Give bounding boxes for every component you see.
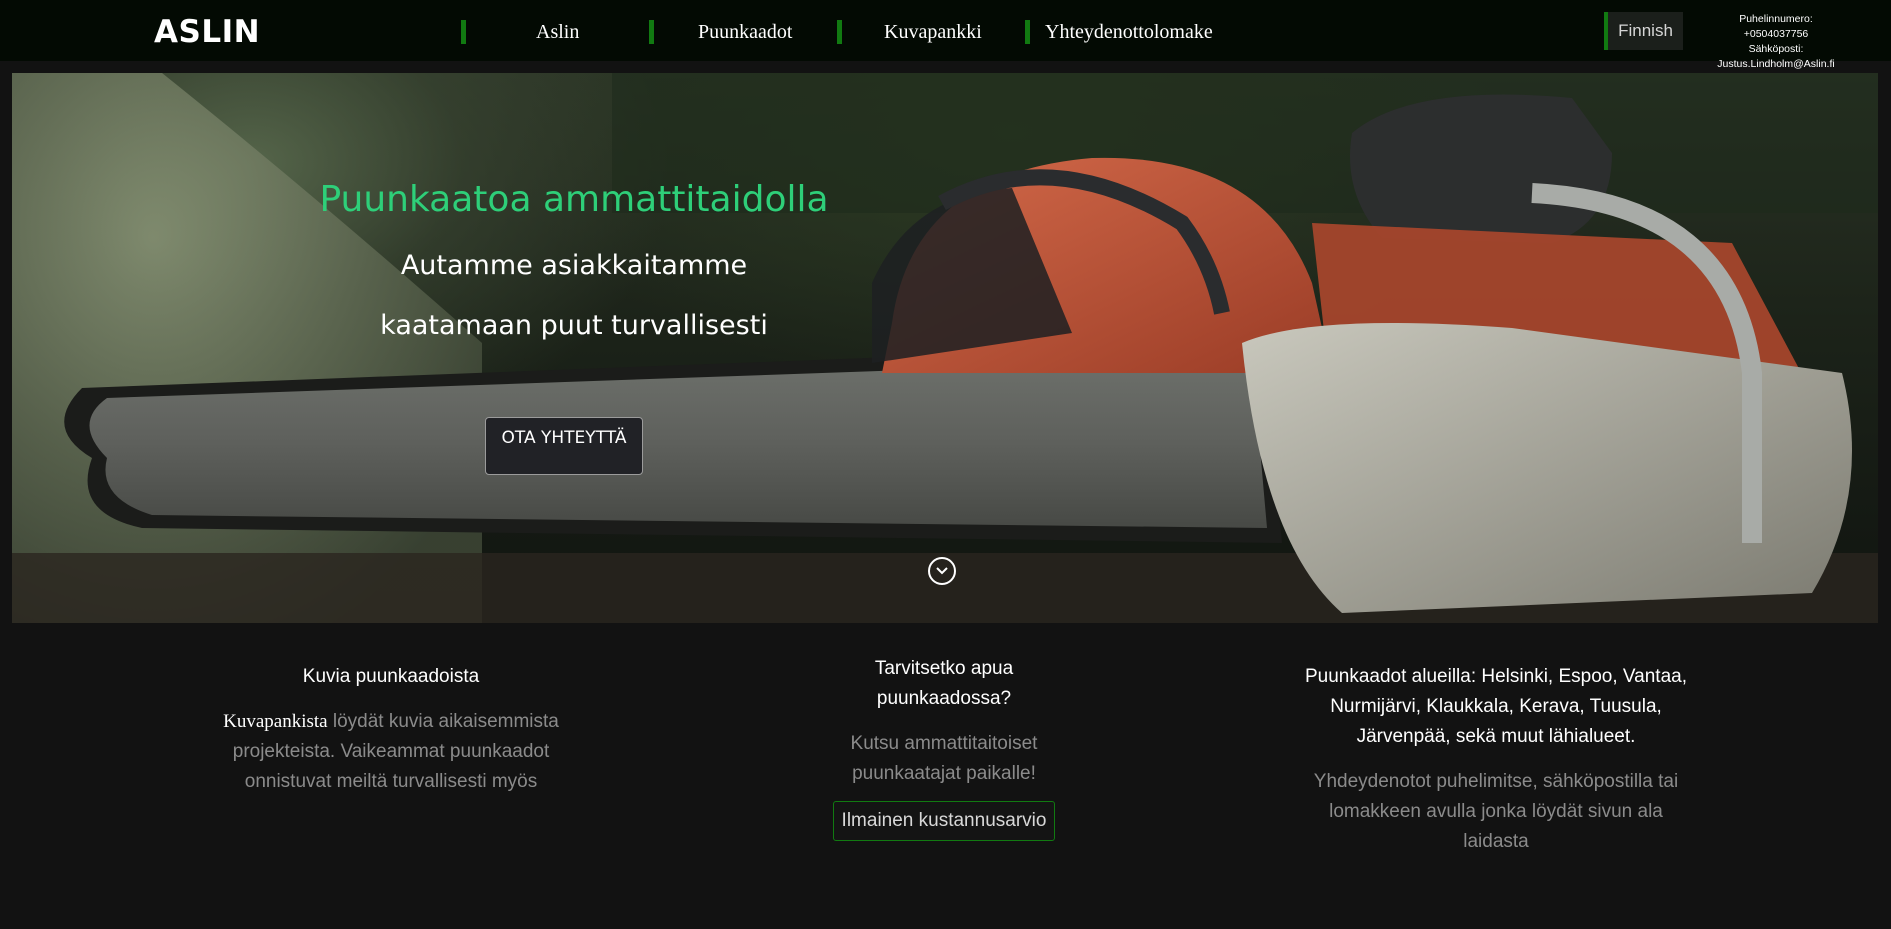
free-estimate-button[interactable]: Ilmainen kustannusarvio <box>832 801 1056 841</box>
hero-subtitle-line-2: kaatamaan puut turvallisesti <box>380 310 768 341</box>
phone-label: Puhelinnumero: <box>1739 13 1813 25</box>
hero-title: Puunkaatoa ammattitaidolla <box>319 179 829 220</box>
nav-item-label: Yhteydenottolomake <box>1045 21 1213 43</box>
brand-logo[interactable]: ASLIN <box>154 14 260 50</box>
areas-text-line-2: lomakkeen avulla jonka löydät sivun ala <box>1329 801 1663 822</box>
nav-marker <box>649 20 654 44</box>
nav-item-label: Puunkaadot <box>698 21 793 43</box>
areas-text-line-1: Yhdeydenotot puhelimitse, sähköpostilla … <box>1313 771 1679 792</box>
language-selector[interactable]: Finnish <box>1604 12 1683 50</box>
hero-section: Puunkaatoa ammattitaidolla Autamme asiak… <box>12 73 1878 623</box>
header-contact-info: Puhelinnumero: +0504037756 Sähköposti: J… <box>1690 12 1862 72</box>
gallery-text-line-1: Kuvapankista löydät kuvia aikaisemmista <box>223 711 559 732</box>
gallery-text-line-3: onnistuvat meiltä turvallisesti myös <box>244 771 538 792</box>
nav-marker <box>1025 20 1030 44</box>
areas-text-line-3: laidasta <box>1463 831 1529 852</box>
areas-heading-line-1: Puunkaadot alueilla: Helsinki, Espoo, Va… <box>1304 666 1687 687</box>
service-areas-column: Puunkaadot alueilla: Helsinki, Espoo, Va… <box>1246 662 1746 857</box>
gallery-text-line-2: projekteista. Vaikeammat puunkaadot <box>232 741 550 762</box>
help-text-line-2: puunkaatajat paikalle! <box>852 763 1036 784</box>
hero-subtitle-line-1: Autamme asiakkaitamme <box>400 250 748 281</box>
hero-chainsaw-image <box>12 73 1878 623</box>
help-heading-line-2: puunkaadossa? <box>876 688 1012 709</box>
nav-item-label: Aslin <box>536 21 580 43</box>
email-line[interactable]: Sähköposti: Justus.Lindholm@Aslin.fi <box>1690 42 1862 72</box>
areas-heading-line-3: Järvenpää, sekä muut lähialueet. <box>1356 726 1636 747</box>
help-info-column: Tarvitsetko apua puunkaadossa? Kutsu amm… <box>744 654 1144 841</box>
top-navbar: ASLIN Aslin Puunkaadot Kuvapankki Yhteyd… <box>0 0 1891 70</box>
contact-us-button[interactable]: OTA YHTEYTTÄ <box>485 417 643 475</box>
nav-item-label: Kuvapankki <box>884 21 982 43</box>
nav-marker <box>837 20 842 44</box>
gallery-link[interactable]: Kuvapankista <box>223 711 327 732</box>
gallery-info-column: Kuvia puunkaadoista Kuvapankista löydät … <box>176 662 606 797</box>
help-text-line-1: Kutsu ammattitaitoiset <box>850 733 1038 754</box>
chevron-down-icon <box>936 567 948 575</box>
chevron-down-circle-icon[interactable] <box>928 557 956 585</box>
nav-marker <box>461 20 466 44</box>
help-heading-line-1: Tarvitsetko apua <box>874 658 1014 679</box>
phone-number[interactable]: +0504037756 <box>1690 27 1862 42</box>
areas-heading-line-2: Nurmijärvi, Klaukkala, Kerava, Tuusula, <box>1330 696 1662 717</box>
gallery-heading: Kuvia puunkaadoista <box>302 666 480 687</box>
